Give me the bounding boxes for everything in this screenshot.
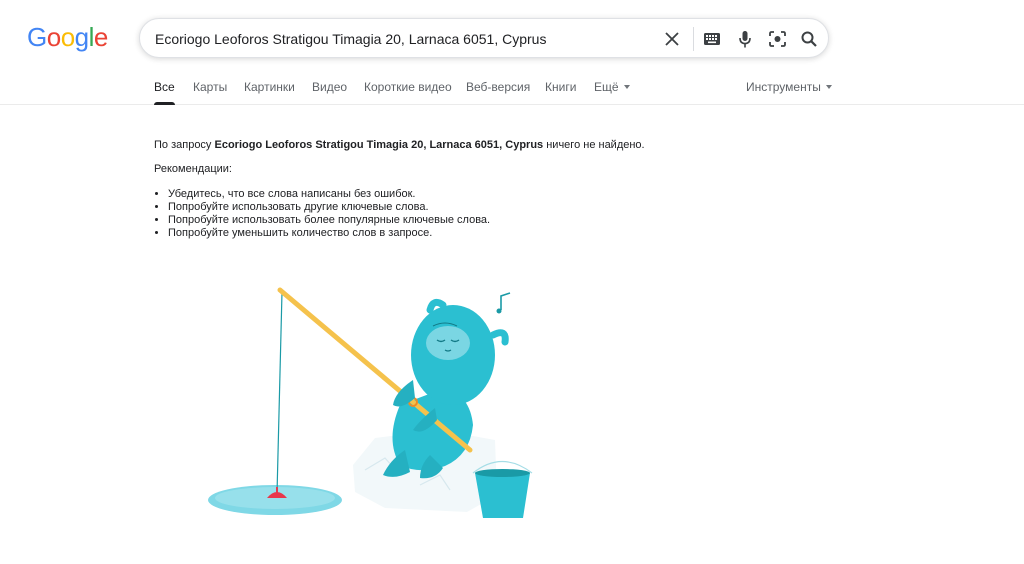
fishing-yeti-illustration — [208, 287, 533, 518]
tab-videos[interactable]: Видео — [312, 80, 347, 94]
tab-more-label: Ещё — [594, 80, 619, 94]
clear-icon[interactable] — [662, 29, 682, 49]
search-box — [139, 18, 829, 58]
list-item: Попробуйте использовать другие ключевые … — [168, 201, 645, 214]
tab-all[interactable]: Все — [154, 80, 175, 105]
camera-lens-icon[interactable] — [767, 29, 787, 49]
no-results-suffix: ничего не найдено. — [543, 139, 645, 151]
no-results-query: Ecoriogo Leoforos Stratigou Timagia 20, … — [214, 139, 544, 151]
tools-label: Инструменты — [746, 80, 821, 94]
chevron-down-icon — [825, 84, 832, 89]
keyboard-icon[interactable] — [702, 29, 722, 49]
logo-letter: g — [74, 22, 89, 52]
list-item: Попробуйте уменьшить количество слов в з… — [168, 227, 645, 240]
tab-books[interactable]: Книги — [545, 80, 576, 94]
music-note-icon — [500, 292, 511, 310]
logo-letter: e — [93, 22, 108, 52]
fishing-line — [276, 291, 283, 495]
tab-more[interactable]: Ещё — [594, 80, 630, 94]
chevron-down-icon — [623, 84, 630, 89]
bucket-icon — [475, 473, 530, 518]
tab-images[interactable]: Картинки — [244, 80, 295, 94]
no-results-message: По запросу Ecoriogo Leoforos Stratigou T… — [154, 138, 645, 240]
tab-web[interactable]: Веб-версия — [466, 80, 530, 94]
microphone-icon[interactable] — [735, 29, 755, 49]
recommendations-list: Убедитесь, что все слова написаны без ош… — [154, 188, 645, 240]
tools-button[interactable]: Инструменты — [746, 80, 832, 94]
logo-letter: o — [46, 22, 61, 52]
list-item: Попробуйте использовать более популярные… — [168, 214, 645, 227]
google-logo[interactable]: Google — [27, 22, 108, 52]
no-results-prefix: По запросу — [154, 139, 215, 151]
no-results-text: По запросу Ecoriogo Leoforos Stratigou T… — [154, 138, 645, 152]
list-item: Убедитесь, что все слова написаны без ош… — [168, 188, 645, 201]
logo-letter: G — [27, 22, 47, 52]
search-icon[interactable] — [799, 29, 819, 49]
recommendations-title: Рекомендации: — [154, 163, 232, 175]
search-tabs: Все Карты Картинки Видео Короткие видео … — [0, 78, 1024, 105]
tab-maps[interactable]: Карты — [193, 80, 227, 94]
tab-short-videos[interactable]: Короткие видео — [364, 80, 452, 94]
logo-letter: o — [60, 22, 75, 52]
search-divider — [693, 27, 694, 51]
search-input[interactable] — [155, 28, 645, 50]
